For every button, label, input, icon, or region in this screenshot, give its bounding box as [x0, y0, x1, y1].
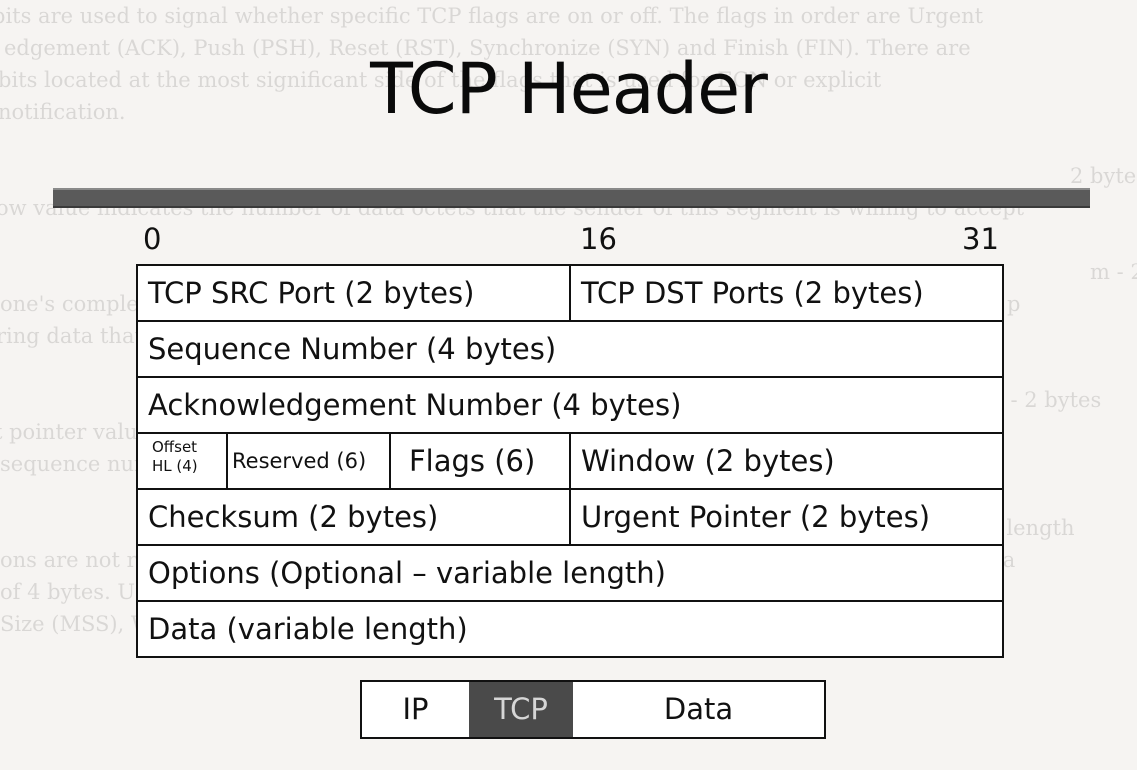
- header-row-sequence: Sequence Number (4 bytes): [138, 322, 1002, 378]
- header-row-ack: Acknowledgement Number (4 bytes): [138, 378, 1002, 434]
- ack-number-field: Acknowledgement Number (4 bytes): [148, 388, 682, 422]
- header-row-checksum-urgent: Checksum (2 bytes) Urgent Pointer (2 byt…: [138, 490, 1002, 546]
- encap-tcp: TCP: [469, 682, 573, 737]
- bleed-through-line: m - 2 bytes: [1090, 260, 1137, 284]
- bleed-through-line: bits are used to signal whether specific…: [0, 4, 984, 28]
- src-port-field: TCP SRC Port (2 bytes): [138, 266, 571, 320]
- encap-data: Data: [663, 692, 734, 726]
- offset-label-line2: HL (4): [152, 457, 198, 475]
- tcp-header-table: TCP SRC Port (2 bytes) TCP DST Ports (2 …: [136, 264, 1004, 658]
- checksum-field: Checksum (2 bytes): [138, 490, 571, 544]
- encapsulation-diagram: IP TCP Data: [360, 680, 826, 739]
- urgent-pointer-field: Urgent Pointer (2 bytes): [581, 500, 931, 534]
- offset-label-line1: Offset: [152, 438, 198, 456]
- bit-label-16: 16: [580, 222, 617, 256]
- data-field: Data (variable length): [148, 612, 468, 646]
- header-row-offset-flags-window: Offset HL (4) Reserved (6) Flags (6) Win…: [138, 434, 1002, 490]
- window-field: Window (2 bytes): [581, 444, 835, 478]
- reserved-field: Reserved (6): [228, 434, 391, 488]
- bleed-through-line: [0, 128, 1137, 160]
- sequence-number-field: Sequence Number (4 bytes): [148, 332, 557, 366]
- header-row-options: Options (Optional – variable length): [138, 546, 1002, 602]
- flags-field: Flags (6): [391, 434, 571, 488]
- options-field: Options (Optional – variable length): [148, 556, 666, 590]
- encap-ip: IP: [402, 692, 429, 726]
- bit-label-31: 31: [962, 222, 999, 256]
- title-underline-bar: [53, 188, 1090, 208]
- header-row-ports: TCP SRC Port (2 bytes) TCP DST Ports (2 …: [138, 266, 1002, 322]
- offset-field: Offset HL (4): [138, 434, 228, 488]
- bit-label-0: 0: [143, 222, 162, 256]
- header-row-data: Data (variable length): [138, 602, 1002, 656]
- slide-title: TCP Header: [370, 48, 768, 130]
- dst-port-field: TCP DST Ports (2 bytes): [581, 276, 924, 310]
